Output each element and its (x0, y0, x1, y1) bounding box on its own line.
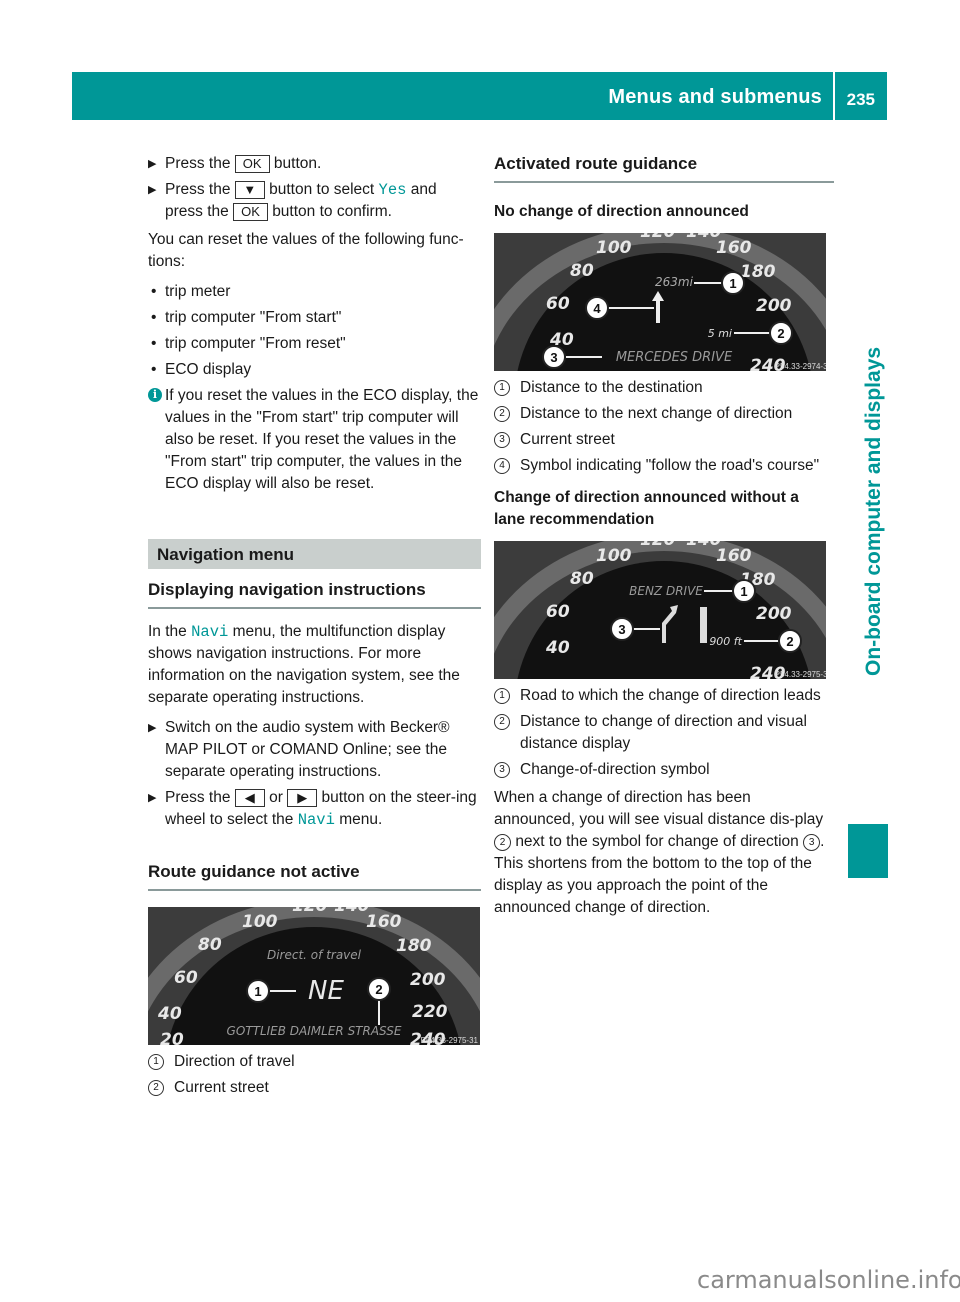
svg-text:1: 1 (740, 584, 747, 599)
subsection-title: Displaying navigation instructions (148, 579, 481, 609)
street-readout: GOTTLIEB DAIMLER STRASSE (227, 1024, 402, 1038)
svg-text:3: 3 (618, 622, 625, 637)
svg-text:160: 160 (716, 238, 752, 258)
speed-label: 40 (157, 1004, 182, 1024)
header-divider (833, 72, 835, 120)
speed-label: 220 (412, 1002, 448, 1022)
legend-item: 4 Symbol indicating "follow the road's co… (494, 455, 834, 477)
navi-menu-ref: Navi (191, 623, 229, 641)
svg-text:160: 160 (716, 546, 752, 566)
step-select-yes: ▶ Press the ▼ button to select Yes and p… (148, 181, 437, 221)
speed-label: 180 (396, 936, 432, 956)
step-press-ok: ▶ Press the OK button. (148, 153, 481, 175)
list-item: • trip computer "From start" (151, 309, 342, 326)
svg-text:3: 3 (550, 350, 557, 365)
legend-item: 1 Direction of travel (148, 1051, 481, 1073)
svg-text:180: 180 (740, 262, 776, 282)
step-select-navi: ▶ Press the ◀ or ▶ button on the steer-i… (148, 789, 477, 829)
figure-code: P54.33-2975-31 (775, 670, 826, 679)
speed-label: 80 (198, 935, 222, 955)
route-inactive-title: Route guidance not active (148, 861, 481, 891)
speed-label: 20 (160, 1030, 184, 1045)
target-road: BENZ DRIVE (629, 584, 703, 598)
legend-item: 1 Road to which the change of direction l… (494, 685, 834, 707)
speed-label: 200 (410, 970, 446, 990)
watermark: carmanualsonline.info (697, 1266, 960, 1294)
figure-code: P54.33-2975-31 (421, 1036, 479, 1045)
speed-label: 60 (174, 968, 198, 988)
svg-text:200: 200 (756, 604, 792, 624)
figure-no-change: 40 60 80 100 120 140 160 180 200 240 263… (494, 233, 826, 371)
info-icon: i (148, 388, 162, 402)
page-header: Menus and submenus 235 (72, 72, 887, 120)
step-arrow-icon: ▶ (148, 722, 157, 734)
section-title-navigation-menu: Navigation menu (148, 539, 481, 569)
svg-text:1: 1 (729, 276, 736, 291)
no-change-title: No change of direction announced (494, 203, 749, 220)
svg-text:100: 100 (596, 546, 632, 566)
info-note: i If you reset the values in the ECO dis… (148, 385, 481, 495)
ok-key: OK (234, 155, 270, 173)
figure-route-inactive: 20 40 60 80 100 120 140 160 180 200 220 … (148, 907, 480, 1045)
side-tab: On-board computer and displays (842, 156, 885, 716)
down-key: ▼ (234, 181, 265, 199)
figure-label: Direct. of travel (267, 948, 362, 962)
closing-paragraph: When a change of direction has been anno… (494, 789, 825, 916)
svg-text:1: 1 (254, 984, 261, 999)
step-switch-on-audio: ▶ Switch on the audio system with Becker… (148, 719, 450, 780)
svg-text:80: 80 (570, 261, 594, 281)
legend-item: 2 Distance to change of direction and vis… (494, 711, 834, 755)
svg-text:200: 200 (756, 296, 792, 316)
svg-text:40: 40 (545, 638, 570, 658)
side-tab-label: On-board computer and displays (862, 346, 885, 676)
svg-text:100: 100 (596, 238, 632, 258)
reset-intro: You can reset the values of the followin… (148, 231, 464, 270)
activated-route-title: Activated route guidance (494, 153, 834, 183)
legend-item: 3 Change-of-direction symbol (494, 759, 834, 781)
distance-readout: 900 ft (709, 635, 742, 648)
figure-change-direction: 40 60 80 100 120 140 160 180 200 240 BEN… (494, 541, 826, 679)
direction-readout: NE (308, 976, 344, 1006)
right-key: ▶ (287, 789, 318, 807)
svg-text:60: 60 (546, 294, 570, 314)
svg-text:120: 120 (640, 541, 676, 550)
list-item: • trip meter (151, 283, 231, 300)
step-arrow-icon: ▶ (148, 158, 157, 170)
left-column: ▶ Press the OK button. ▶ Press the ▼ but… (148, 153, 481, 1103)
speed-label: 100 (242, 912, 278, 932)
svg-text:2: 2 (375, 982, 382, 997)
yes-option: Yes (378, 181, 407, 199)
list-item: • ECO display (151, 361, 252, 378)
legend-item: 3 Current street (494, 429, 834, 451)
destination-distance: 263mi (655, 275, 694, 289)
speed-label: 120 (292, 907, 328, 916)
page-number: 235 (846, 90, 875, 109)
change-direction-title: Change of direction announced without a … (494, 489, 799, 528)
list-item: • trip computer "From reset" (151, 335, 346, 352)
svg-text:4: 4 (593, 301, 601, 316)
next-direction-distance: 5 mi (708, 327, 732, 340)
step-arrow-icon: ▶ (148, 792, 157, 804)
svg-text:120: 120 (640, 233, 676, 242)
figure-code: P54.33-2974-31 (775, 362, 826, 371)
svg-text:60: 60 (546, 602, 570, 622)
legend-item: 2 Distance to the next change of directio… (494, 403, 834, 425)
side-tab-marker (848, 824, 888, 878)
svg-text:80: 80 (570, 569, 594, 589)
current-street: MERCEDES DRIVE (616, 350, 733, 365)
speed-label: 160 (366, 912, 402, 932)
legend-item: 2 Current street (148, 1077, 481, 1099)
svg-text:2: 2 (777, 326, 784, 341)
distance-bar (700, 607, 707, 643)
legend-item: 1 Distance to the destination (494, 377, 834, 399)
right-column: Activated route guidance No change of di… (494, 153, 834, 927)
speed-label: 140 (334, 907, 370, 916)
header-title: Menus and submenus (608, 86, 822, 108)
navi-menu-ref: Navi (297, 811, 335, 829)
left-key: ◀ (234, 789, 265, 807)
ok-key: OK (233, 203, 268, 221)
navi-paragraph: In the Navi menu, the multifunction disp… (148, 623, 460, 706)
svg-text:2: 2 (786, 634, 793, 649)
step-arrow-icon: ▶ (148, 184, 157, 196)
